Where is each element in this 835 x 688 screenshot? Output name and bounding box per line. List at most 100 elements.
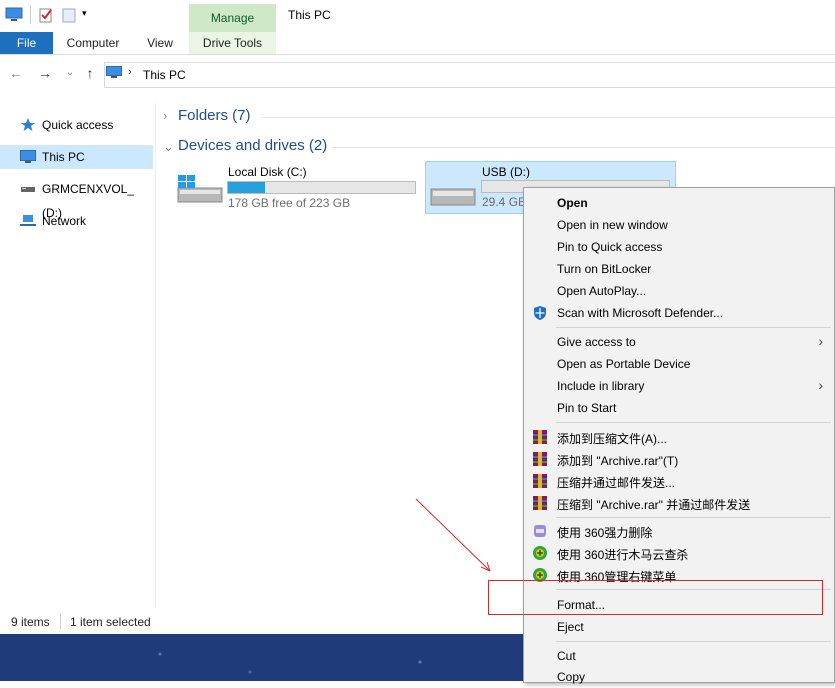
sidebar-item-this-pc[interactable]: This PC (0, 145, 153, 169)
tab-file[interactable]: File (0, 32, 53, 54)
new-folder-icon[interactable] (62, 7, 76, 23)
menu-item-label: Pin to Quick access (557, 240, 663, 254)
menu-item-360-force-delete[interactable]: 使用 360强力删除 (523, 520, 833, 542)
windows-drive-icon (177, 175, 223, 203)
menu-item-label: 压缩并通过邮件发送... (557, 476, 676, 490)
menu-separator (556, 327, 831, 328)
menu-item-open-new-window[interactable]: Open in new window (523, 214, 833, 236)
winrar-icon (533, 430, 547, 444)
defender-shield-icon (534, 306, 546, 320)
menu-item-label: Give access to (557, 335, 636, 349)
star-icon (21, 118, 35, 131)
sidebar-item-usb-drive[interactable]: GRMCENXVOL_ (D:) (0, 177, 153, 220)
group-header-folders[interactable]: Folders (7) (178, 107, 251, 124)
menu-item-360-trojan-scan[interactable]: 使用 360进行木马云查杀 (523, 542, 833, 564)
menu-separator (556, 422, 831, 423)
menu-item-label: Eject (557, 620, 584, 634)
menu-item-give-access[interactable]: Give access to › (523, 331, 833, 353)
usb-drive-icon (430, 188, 476, 206)
menu-separator (556, 641, 831, 642)
tab-drive-tools[interactable]: Drive Tools (189, 32, 276, 54)
drive-usage-bar (227, 181, 416, 194)
menu-item-defender-scan[interactable]: Scan with Microsoft Defender... (523, 302, 833, 324)
up-arrow-icon[interactable]: ↑ (83, 66, 97, 80)
properties-icon[interactable] (38, 7, 54, 23)
menu-item-label: 添加到压缩文件(A)... (557, 432, 667, 446)
divider (262, 117, 835, 118)
menu-item-label: 使用 360进行木马云查杀 (557, 548, 689, 562)
menu-item-label: Turn on BitLocker (557, 262, 652, 276)
menu-item-label: Copy (557, 670, 586, 684)
menu-item-rar-compress-email[interactable]: 压缩并通过邮件发送... (523, 470, 833, 492)
menu-item-eject[interactable]: Eject (523, 616, 833, 638)
annotation-arrow (415, 498, 491, 572)
menu-item-pin-start[interactable]: Pin to Start (523, 397, 833, 419)
menu-item-pin-quick-access[interactable]: Pin to Quick access (523, 236, 833, 258)
submenu-arrow-icon: › (818, 377, 823, 393)
menu-item-portable-device[interactable]: Open as Portable Device (523, 353, 833, 375)
menu-item-label: Open AutoPlay... (557, 284, 647, 298)
360-shredder-icon (534, 525, 546, 537)
manage-contextual-tab[interactable]: Manage (189, 4, 276, 32)
chevron-right-icon[interactable]: › (163, 108, 167, 123)
drive-usage-fill (228, 182, 266, 193)
computer-icon (20, 150, 36, 163)
winrar-icon (533, 474, 547, 488)
sidebar-item-label: Network (42, 214, 87, 228)
status-item-count: 9 items (11, 615, 50, 629)
computer-icon (106, 66, 122, 78)
menu-separator (556, 517, 831, 518)
menu-item-rar-add-archive-rar[interactable]: 添加到 "Archive.rar"(T) (523, 448, 833, 470)
forward-arrow-icon[interactable]: → (38, 66, 52, 80)
drive-name: USB (D:) (482, 165, 530, 179)
menu-item-copy[interactable]: Copy (523, 666, 833, 688)
tab-view[interactable]: View (138, 32, 182, 54)
menu-item-label: Open in new window (557, 218, 668, 232)
sidebar-item-label: This PC (42, 150, 85, 164)
menu-item-label: 使用 360强力删除 (557, 526, 653, 540)
winrar-icon (533, 496, 547, 510)
menu-item-include-library[interactable]: Include in library › (523, 375, 833, 397)
customize-toolbar-dropdown-icon[interactable]: ▾ (82, 8, 87, 19)
menu-item-label: 压缩到 "Archive.rar" 并通过邮件发送 (557, 498, 751, 512)
drive-tile-c[interactable]: Local Disk (C:) 178 GB free of 223 GB (174, 161, 424, 212)
breadcrumb-this-pc[interactable]: This PC (143, 68, 186, 82)
menu-item-open[interactable]: Open (523, 192, 833, 214)
drive-name: Local Disk (C:) (228, 165, 307, 179)
address-bar[interactable] (104, 62, 835, 88)
winrar-icon (533, 452, 547, 466)
group-header-devices[interactable]: Devices and drives (2) (178, 137, 327, 154)
menu-item-label: Scan with Microsoft Defender... (557, 306, 724, 320)
ribbon-tabs: File Computer View Drive Tools (0, 32, 835, 55)
menu-item-label: Cut (557, 649, 576, 663)
status-selection-count: 1 item selected (70, 615, 151, 629)
sidebar-item-network[interactable]: Network (0, 209, 153, 233)
drive-free-space: 178 GB free of 223 GB (228, 196, 351, 210)
computer-icon (5, 7, 23, 21)
menu-item-rar-compress-archive-email[interactable]: 压缩到 "Archive.rar" 并通过邮件发送 (523, 492, 833, 514)
recent-locations-chevron-icon[interactable]: ⌄ (63, 66, 77, 80)
divider (60, 613, 61, 629)
menu-item-label: Open (557, 196, 588, 210)
tab-computer[interactable]: Computer (60, 32, 126, 54)
menu-item-label: Open as Portable Device (557, 357, 691, 371)
sidebar-item-quick-access[interactable]: Quick access (0, 113, 153, 137)
usb-drive-icon (21, 187, 35, 192)
menu-item-rar-add-archive[interactable]: 添加到压缩文件(A)... (523, 426, 833, 448)
menu-item-label: Pin to Start (557, 401, 617, 415)
back-arrow-icon[interactable]: ← (9, 66, 23, 80)
title-bar (0, 0, 835, 32)
360-security-icon (533, 546, 547, 560)
breadcrumb-separator-icon[interactable]: › (128, 66, 132, 78)
menu-item-autoplay[interactable]: Open AutoPlay... (523, 280, 833, 302)
chevron-down-icon[interactable]: ⌄ (163, 139, 174, 155)
divider (332, 147, 835, 148)
divider (30, 6, 31, 24)
network-icon (20, 215, 36, 226)
menu-item-label: Include in library (557, 379, 645, 393)
menu-item-cut[interactable]: Cut (523, 645, 833, 667)
menu-item-bitlocker[interactable]: Turn on BitLocker (523, 258, 833, 280)
sidebar-item-label: Quick access (42, 118, 114, 132)
menu-item-label: 添加到 "Archive.rar"(T) (557, 454, 679, 468)
navigation-pane: Quick access This PC GRMCENXVOL_ (D:) Ne… (0, 103, 156, 608)
